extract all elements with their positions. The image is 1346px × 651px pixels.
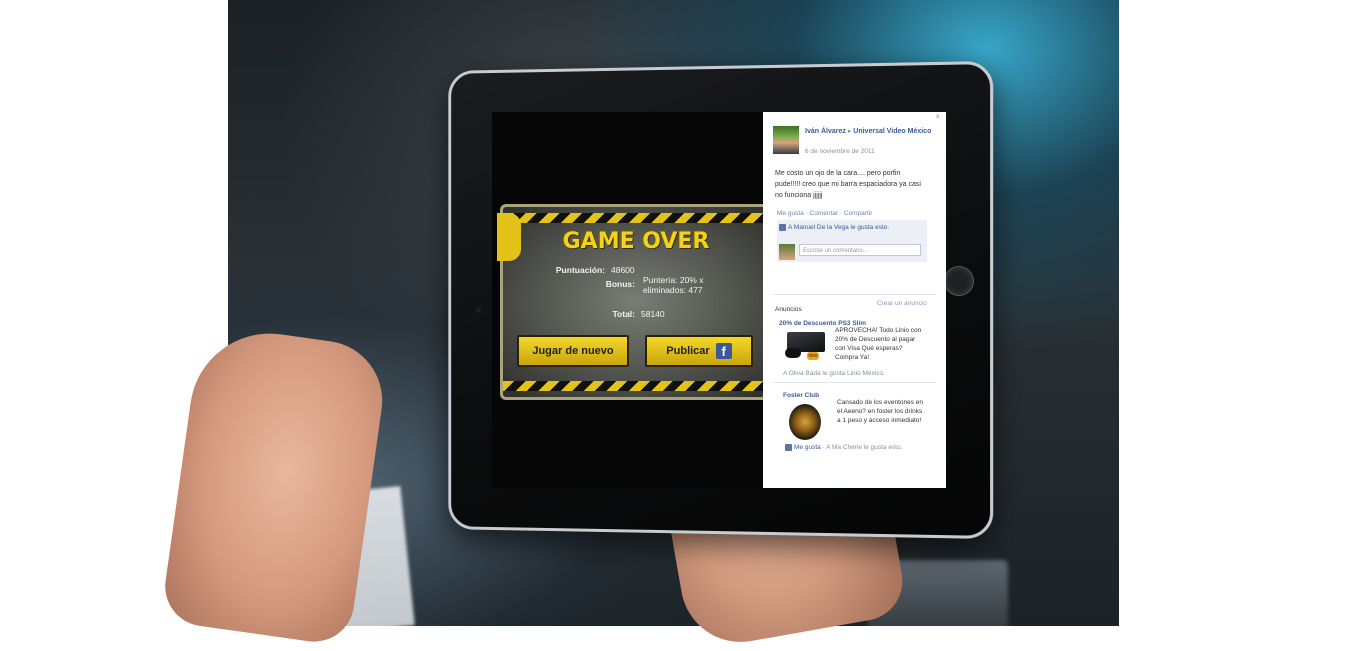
avatar[interactable] — [773, 126, 799, 154]
game-over-title: GAME OVER — [503, 229, 769, 254]
commenter-avatar — [779, 244, 795, 260]
tablet-home-button[interactable] — [944, 266, 974, 296]
likes-text: A Manuel De la Vega le gusta esto. — [788, 224, 889, 231]
thumbs-up-icon — [779, 224, 786, 231]
score-value: 48600 — [611, 265, 635, 275]
bonus-value: Puntería: 20% x eliminados: 477 — [643, 275, 713, 295]
page-link[interactable]: Universal Video México — [853, 128, 931, 135]
facebook-logo-icon: f — [716, 343, 732, 359]
game-over-panel: GAME OVER Puntuación: 48600 Bonus: Punter… — [500, 204, 772, 400]
play-again-label: Jugar de nuevo — [532, 345, 613, 357]
divider — [773, 294, 936, 295]
play-again-button[interactable]: Jugar de nuevo — [517, 335, 629, 367]
author-link[interactable]: Iván Álvarez — [805, 128, 846, 135]
divider — [773, 382, 936, 383]
ad2-text: Cansado de los eventones en el Aeeno? en… — [837, 398, 925, 425]
thumbs-up-icon — [785, 444, 792, 451]
total-value: 58140 — [641, 309, 665, 319]
ads-label: Anuncios — [775, 306, 802, 313]
post-date: 6 de noviembre de 2011 — [805, 148, 875, 155]
total-row: Total: 58140 — [531, 309, 665, 319]
ad1-social: A Oliva Bada le gusta Linio México. — [783, 370, 885, 377]
hazard-stripe-bottom — [503, 381, 769, 391]
tablet-screen: GAME OVER Puntuación: 48600 Bonus: Punter… — [492, 112, 946, 488]
gamepad-icon — [785, 348, 801, 358]
post-header: Iván Álvarez ▸ Universal Video México — [805, 126, 935, 137]
score-label: Puntuación: — [531, 265, 605, 275]
close-icon[interactable]: × — [935, 112, 940, 121]
post-actions[interactable]: Me gusta · Comentar · Compartir — [777, 210, 872, 217]
likes-row: A Manuel De la Vega le gusta esto. — [779, 224, 889, 231]
ad2-like-row: Me gusta · A Ma Cherie le gusta esto. — [785, 444, 902, 451]
comment-input[interactable]: Escribe un comentario... — [799, 244, 921, 256]
bonus-label: Bonus: — [531, 279, 635, 289]
arrow-icon: ▸ — [848, 128, 852, 135]
facebook-sidebar: × Iván Álvarez ▸ Universal Video México … — [763, 112, 946, 488]
publish-button[interactable]: Publicar f — [645, 335, 753, 367]
create-ad-link[interactable]: Crear un anuncio — [877, 300, 927, 307]
ad2-title[interactable]: Foster Club — [783, 392, 819, 399]
bonus-row: Bonus: — [531, 279, 635, 289]
ad2-social: · A Ma Cherie le gusta esto. — [823, 444, 903, 451]
post-text: Me costo un ojo de la cara.... pero porf… — [775, 168, 927, 201]
score-row: Puntuación: 48600 — [531, 265, 635, 275]
publish-label: Publicar — [666, 345, 709, 357]
ad1-text: APROVECHA! Todo Linio con 20% de Descuen… — [835, 326, 925, 362]
ad2-like-button[interactable]: Me gusta — [794, 444, 821, 451]
hazard-stripe-top — [503, 213, 769, 223]
tablet-camera — [476, 308, 481, 313]
linio-logo: linio — [807, 352, 819, 360]
total-label: Total: — [531, 309, 635, 319]
ps3-console-image[interactable] — [785, 330, 825, 360]
foster-club-logo[interactable] — [789, 404, 821, 440]
